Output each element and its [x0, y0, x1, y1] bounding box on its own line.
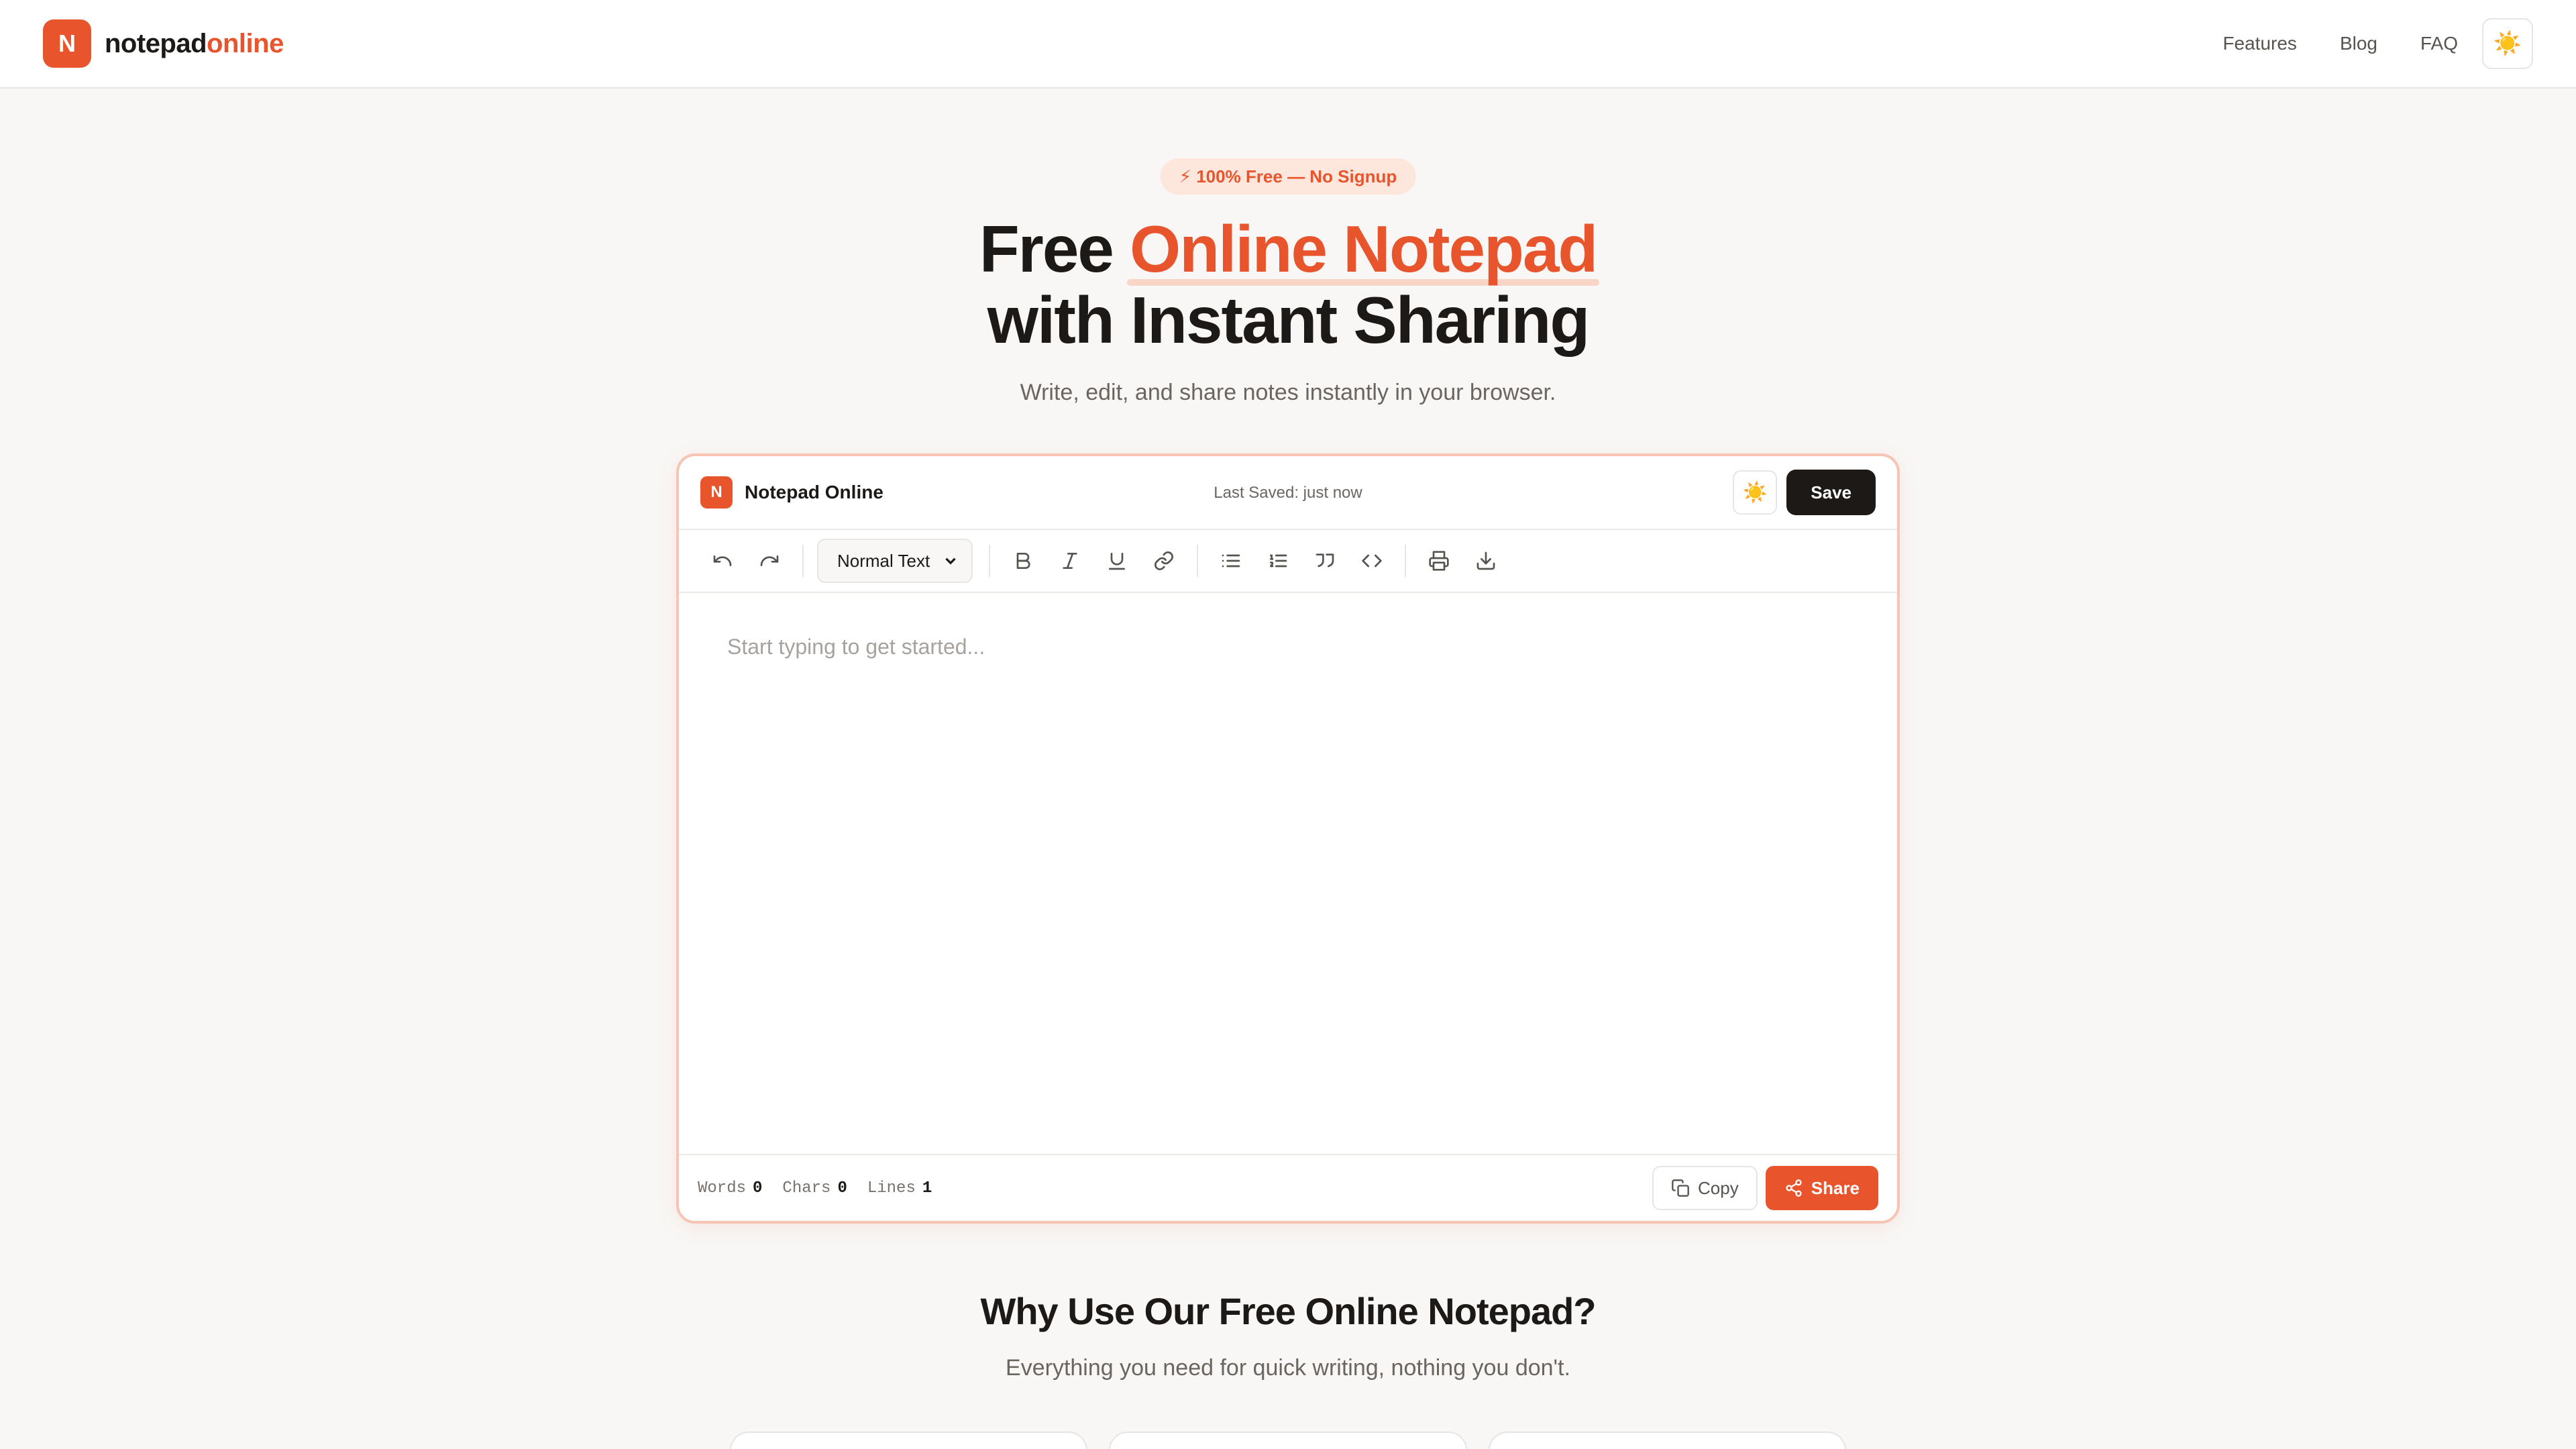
editor-theme-toggle-button[interactable]: ☀️ [1733, 470, 1778, 515]
brand-name-accent: online [207, 28, 284, 58]
download-button[interactable] [1466, 541, 1505, 580]
toolbar-divider [1197, 545, 1198, 577]
code-icon [1362, 554, 1382, 568]
why-section-subtitle: Everything you need for quick writing, n… [1006, 1355, 1570, 1381]
free-badge: ⚡ 100% Free — No Signup [1160, 158, 1416, 195]
feature-card [1488, 1432, 1846, 1449]
why-section-title: Why Use Our Free Online Notepad? [980, 1290, 1596, 1332]
top-nav: N notepadonline Features Blog FAQ ☀️ [0, 0, 2576, 89]
hero-subtitle: Write, edit, and share notes instantly i… [1020, 380, 1556, 405]
editor-header: N Notepad Online Last Saved: just now ☀️… [679, 456, 1897, 530]
link-button[interactable] [1144, 541, 1183, 580]
feature-card [730, 1432, 1088, 1449]
line-count-value: 1 [922, 1179, 932, 1197]
brand-logo: N [43, 19, 91, 68]
brand-name: notepadonline [105, 29, 284, 59]
word-count: Words 0 [698, 1179, 762, 1197]
undo-button[interactable] [703, 541, 742, 580]
undo-icon [713, 555, 732, 566]
char-count: Chars 0 [782, 1179, 847, 1197]
hero-title-line2: with Instant Sharing [987, 283, 1590, 357]
quote-icon [1316, 553, 1334, 568]
feature-cards [730, 1432, 1846, 1449]
brand-link[interactable]: N notepadonline [43, 19, 284, 68]
share-button[interactable]: Share [1765, 1166, 1878, 1210]
text-style-select[interactable]: Normal Text [817, 539, 973, 583]
word-count-label: Words [698, 1179, 747, 1197]
bold-icon [1016, 553, 1030, 569]
share-label: Share [1811, 1177, 1860, 1198]
underline-button[interactable] [1097, 541, 1136, 580]
quote-button[interactable] [1305, 541, 1344, 580]
copy-button[interactable]: Copy [1652, 1166, 1758, 1210]
bullet-list-button[interactable] [1212, 541, 1250, 580]
editor-text-area[interactable]: Start typing to get started... [679, 593, 1897, 1157]
bullet-list-icon [1222, 554, 1240, 568]
download-icon [1477, 551, 1495, 570]
numbered-list-icon [1270, 554, 1287, 568]
bold-button[interactable] [1004, 541, 1042, 580]
nav-link-faq[interactable]: FAQ [2420, 33, 2458, 54]
link-icon [1155, 551, 1173, 570]
formatting-toolbar: Normal Text [679, 530, 1897, 593]
chevron-down-icon [945, 557, 956, 565]
italic-button[interactable] [1051, 541, 1089, 580]
numbered-list-button[interactable] [1258, 541, 1297, 580]
char-count-label: Chars [782, 1179, 831, 1197]
editor-footer: Words 0 Chars 0 Lines 1 Copy Share [679, 1154, 1897, 1221]
hero-title-highlight: Online Notepad [1127, 212, 1600, 286]
copy-icon [1672, 1179, 1689, 1197]
nav-link-features[interactable]: Features [2222, 33, 2297, 54]
theme-toggle-button[interactable]: ☀️ [2482, 18, 2533, 69]
sun-icon: ☀️ [1742, 481, 1768, 504]
brand-name-main: notepad [105, 28, 207, 58]
line-count: Lines 1 [867, 1179, 932, 1197]
italic-icon [1063, 553, 1077, 569]
redo-icon [760, 555, 779, 566]
last-saved-status: Last Saved: just now [1214, 484, 1362, 502]
hero-title: Free Online Notepad with Instant Sharing [0, 213, 2576, 356]
feature-card [1109, 1432, 1467, 1449]
text-style-value: Normal Text [837, 550, 930, 571]
hero-title-pre: Free [979, 212, 1130, 286]
nav-links: Features Blog FAQ ☀️ [2222, 18, 2533, 69]
toolbar-divider [989, 545, 990, 577]
save-button[interactable]: Save [1786, 470, 1876, 515]
sun-icon: ☀️ [2493, 31, 2522, 56]
nav-link-blog[interactable]: Blog [2340, 33, 2377, 54]
print-button[interactable] [1419, 541, 1458, 580]
notepad-editor: N Notepad Online Last Saved: just now ☀️… [676, 453, 1900, 1224]
printer-icon [1429, 551, 1449, 571]
share-icon [1786, 1179, 1802, 1197]
copy-label: Copy [1698, 1177, 1739, 1198]
footer-actions: Copy Share [1652, 1166, 1878, 1210]
toolbar-divider [802, 545, 804, 577]
editor-header-actions: ☀️ Save [1733, 470, 1876, 515]
toolbar-divider [1405, 545, 1406, 577]
redo-button[interactable] [750, 541, 789, 580]
code-button[interactable] [1352, 541, 1391, 580]
line-count-label: Lines [867, 1179, 916, 1197]
word-count-value: 0 [753, 1179, 763, 1197]
char-count-value: 0 [837, 1179, 847, 1197]
underline-icon [1109, 553, 1125, 570]
editor-placeholder: Start typing to get started... [727, 635, 985, 659]
